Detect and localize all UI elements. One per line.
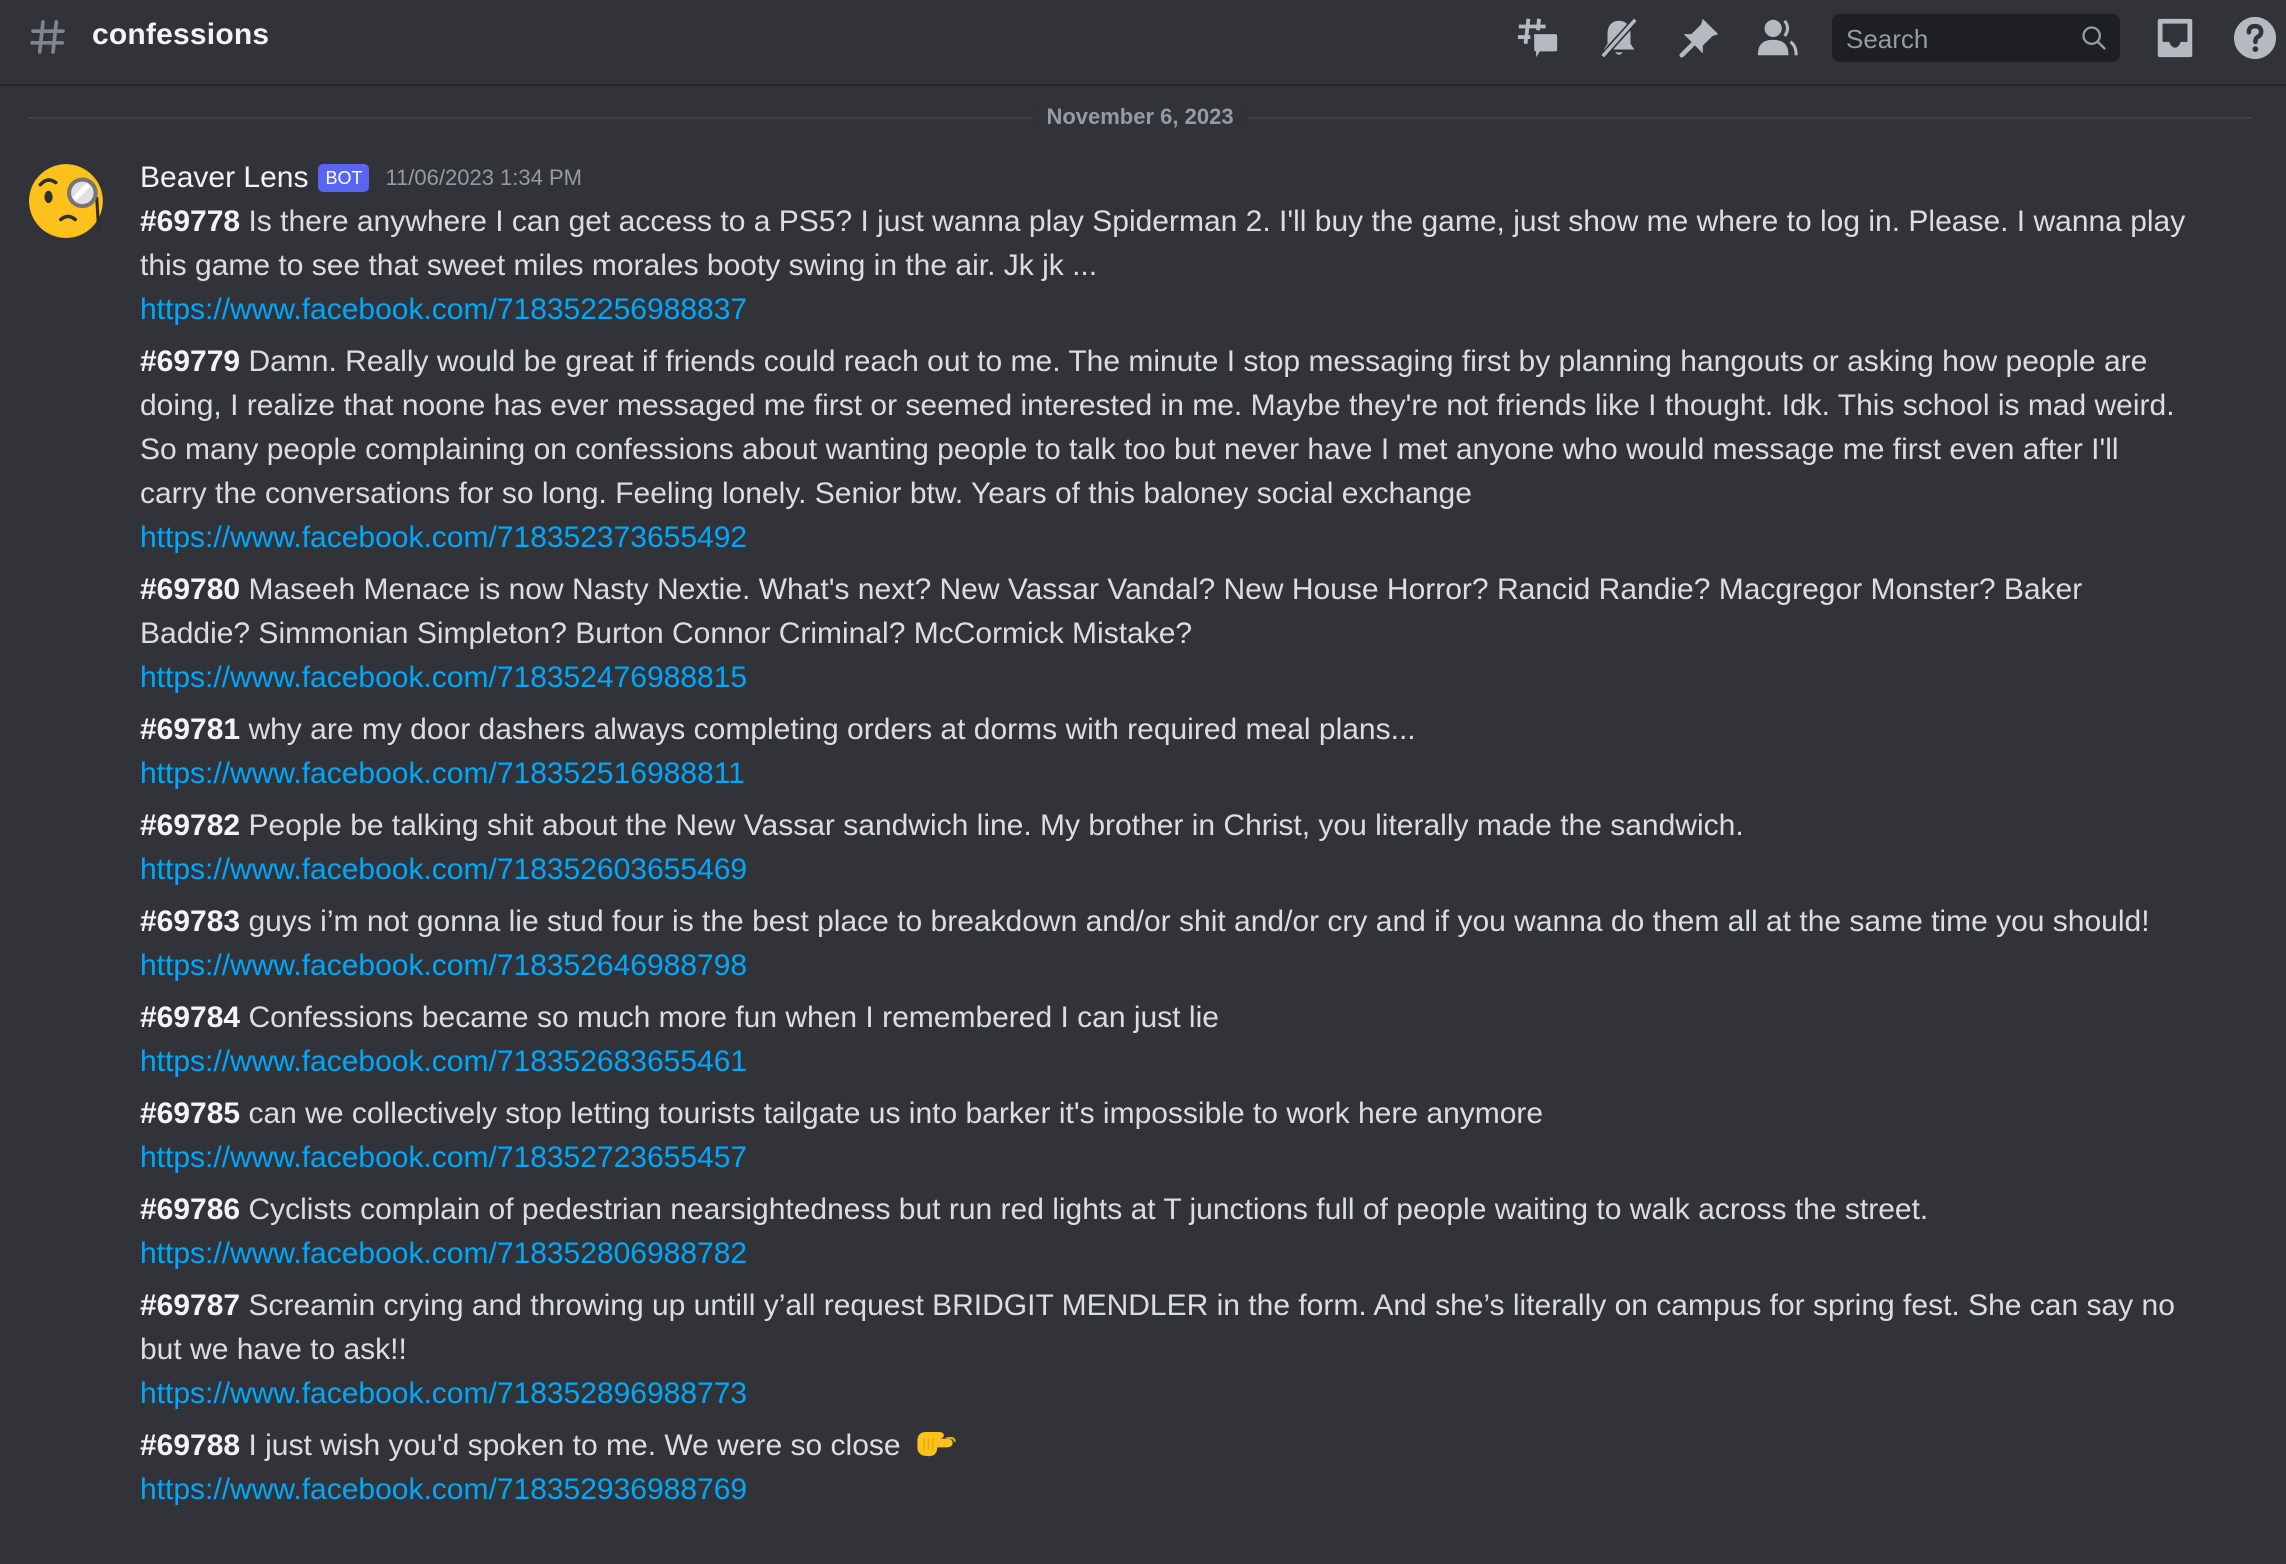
confession-item: #69788 I just wish you'd spoken to me. W… xyxy=(140,1424,2190,1512)
author-username[interactable]: Beaver Lens xyxy=(140,161,308,195)
search-box[interactable] xyxy=(1832,14,2120,64)
confession-number: #69788 xyxy=(140,1429,241,1462)
confession-item: #69780 Maseeh Menace is now Nasty Nextie… xyxy=(140,568,2190,700)
confession-item: #69782 People be talking shit about the … xyxy=(140,804,2190,892)
inbox-button[interactable] xyxy=(2152,15,2198,61)
channel-name: confessions xyxy=(92,18,270,51)
confession-text: Damn. Really would be great if friends c… xyxy=(140,345,2175,510)
confession-text: Screamin crying and throwing up untill y… xyxy=(140,1289,2175,1366)
member-list-icon xyxy=(1757,19,1798,56)
facebook-link[interactable]: https://www.facebook.com/718352603655469 xyxy=(140,848,2190,892)
search-input[interactable] xyxy=(1844,14,2068,64)
face-with-monocle-icon xyxy=(29,164,103,238)
date-divider: November 6, 2023 xyxy=(28,102,2252,132)
confession-text: can we collectively stop letting tourist… xyxy=(248,1097,1544,1130)
pinching-hand-icon xyxy=(917,1432,956,1457)
facebook-link[interactable]: https://www.facebook.com/718352476988815 xyxy=(140,656,2190,700)
confession-item: #69783 guys i’m not gonna lie stud four … xyxy=(140,900,2190,988)
confession-number: #69779 xyxy=(140,345,241,378)
confession-text: I just wish you'd spoken to me. We were … xyxy=(248,1429,901,1462)
channel-header: confessions xyxy=(0,0,2286,86)
facebook-link[interactable]: https://www.facebook.com/718352723655457 xyxy=(140,1136,2190,1180)
confession-number: #69783 xyxy=(140,905,241,938)
confession-text: Confessions became so much more fun when… xyxy=(248,1001,1219,1034)
confession-item: #69786 Cyclists complain of pedestrian n… xyxy=(140,1188,2190,1276)
pinned-messages-icon xyxy=(1679,18,1719,58)
bot-badge: BOT xyxy=(318,164,370,192)
facebook-link[interactable]: https://www.facebook.com/718352646988798 xyxy=(140,944,2190,988)
confession-item: #69785 can we collectively stop letting … xyxy=(140,1092,2190,1180)
confession-number: #69787 xyxy=(140,1289,241,1322)
facebook-link[interactable]: https://www.facebook.com/718352373655492 xyxy=(140,516,2190,560)
member-list-button[interactable] xyxy=(1754,15,1800,61)
message-content: #69778 Is there anywhere I can get acces… xyxy=(140,200,2190,1520)
facebook-link[interactable]: https://www.facebook.com/718352896988773 xyxy=(140,1372,2190,1416)
help-button[interactable] xyxy=(2232,15,2278,61)
confession-text: why are my door dashers always completin… xyxy=(248,713,1416,746)
confession-number: #69782 xyxy=(140,809,241,842)
confession-number: #69781 xyxy=(140,713,241,746)
confession-item: #69781 why are my door dashers always co… xyxy=(140,708,2190,796)
confession-text: Maseeh Menace is now Nasty Nextie. What'… xyxy=(140,573,2083,650)
avatar[interactable] xyxy=(27,158,109,240)
search-icon[interactable] xyxy=(2080,24,2108,52)
confession-number: #69785 xyxy=(140,1097,241,1130)
facebook-link[interactable]: https://www.facebook.com/718352683655461 xyxy=(140,1040,2190,1084)
confession-number: #69784 xyxy=(140,1001,241,1034)
date-divider-label: November 6, 2023 xyxy=(1032,102,1248,132)
threads-icon xyxy=(1517,18,1558,58)
confession-item: #69784 Confessions became so much more f… xyxy=(140,996,2190,1084)
hashtag-icon xyxy=(30,20,65,54)
confession-item: #69778 Is there anywhere I can get acces… xyxy=(140,200,2190,332)
pinned-messages-button[interactable] xyxy=(1676,15,1722,61)
facebook-link[interactable]: https://www.facebook.com/718352936988769 xyxy=(140,1468,2190,1512)
facebook-link[interactable]: https://www.facebook.com/718352516988811 xyxy=(140,752,2190,796)
facebook-link[interactable]: https://www.facebook.com/718352256988837 xyxy=(140,288,2190,332)
confession-item: #69779 Damn. Really would be great if fr… xyxy=(140,340,2190,560)
message-header: Beaver Lens BOT 11/06/2023 1:34 PM xyxy=(140,158,582,198)
help-icon xyxy=(2233,16,2277,60)
notification-settings-button[interactable] xyxy=(1596,15,1642,61)
confession-text: Is there anywhere I can get access to a … xyxy=(140,205,2186,282)
inbox-icon xyxy=(2157,18,2193,58)
confession-text: Cyclists complain of pedestrian nearsigh… xyxy=(248,1193,1929,1226)
confession-number: #69786 xyxy=(140,1193,241,1226)
confession-number: #69780 xyxy=(140,573,241,606)
confession-item: #69787 Screamin crying and throwing up u… xyxy=(140,1284,2190,1416)
facebook-link[interactable]: https://www.facebook.com/718352806988782 xyxy=(140,1232,2190,1276)
threads-button[interactable] xyxy=(1515,15,1561,61)
message-timestamp: 11/06/2023 1:34 PM xyxy=(385,165,582,190)
confession-text: People be talking shit about the New Vas… xyxy=(248,809,1744,842)
confession-number: #69778 xyxy=(140,205,241,238)
notification-muted-icon xyxy=(1599,16,1639,60)
confession-text: guys i’m not gonna lie stud four is the … xyxy=(248,905,2150,938)
